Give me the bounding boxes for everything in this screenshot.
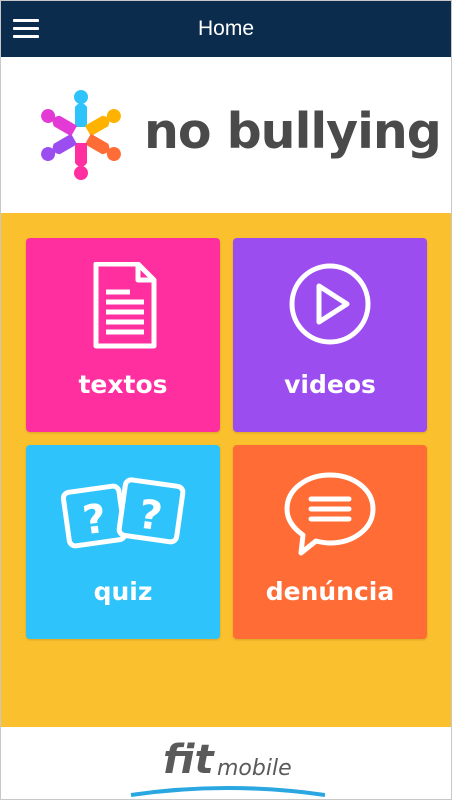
document-icon [93,262,157,349]
denuncia-label: denúncia [265,577,395,606]
top-app-bar: Home [1,1,451,57]
hands-circle-icon [41,90,121,180]
videos-label: videos [284,370,376,399]
play-circle-icon [289,263,371,345]
quiz-label: quiz [93,577,153,606]
question-cards-icon: ? ? [60,477,186,549]
brand-header: no bullying [1,57,451,213]
fit-mobile-logo: fit mobile [130,737,325,797]
quiz-tile[interactable]: ? ? quiz [26,445,220,639]
menu-grid: textos videos ? ? quiz denúncia [1,213,451,727]
videos-tile[interactable]: videos [233,238,427,432]
app-frame: Home no bullying textos videos ? ? quiz … [0,0,452,800]
page-title: Home [197,17,255,40]
denuncia-tile[interactable]: denúncia [233,445,427,639]
mobile-wordmark: mobile [217,756,292,781]
textos-tile[interactable]: textos [26,238,220,432]
brand-name: no bullying [144,103,442,160]
footer: fit mobile [1,727,451,799]
svg-text:?: ? [80,496,109,545]
fit-wordmark: fit [163,737,215,783]
textos-label: textos [78,370,168,399]
chat-bubble-icon [284,472,376,556]
